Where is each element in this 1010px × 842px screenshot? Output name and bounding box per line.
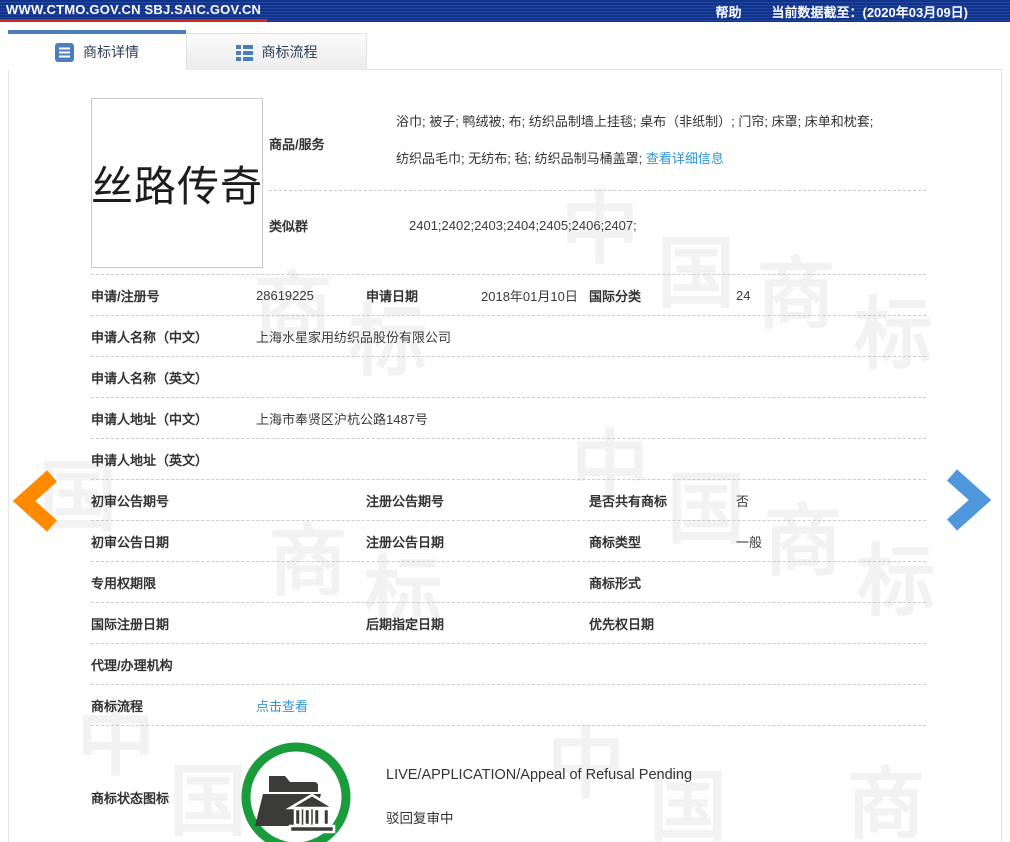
next-record-arrow[interactable]	[944, 469, 992, 531]
shared-trademark-value: 否	[736, 493, 750, 509]
status-row: 商标状态图标 LIVE/APPLICATION/Appeal of Refusa…	[91, 726, 926, 842]
tab-trademark-details[interactable]: 商标详情	[8, 30, 186, 70]
table-row: 专用权期限 商标形式	[91, 562, 926, 603]
table-row: 申请/注册号 28619225 申请日期 2018年01月10日 国际分类 24	[91, 275, 926, 316]
prelim-gazette-date-label: 初审公告日期	[91, 534, 170, 550]
applicant-address-cn-value: 上海市奉贤区沪杭公路1487号	[256, 411, 428, 427]
view-details-link[interactable]: 查看详细信息	[646, 151, 724, 166]
trademark-status-icon	[241, 742, 351, 842]
table-row: 初审公告期号 注册公告期号 是否共有商标 否	[91, 480, 926, 521]
applicant-address-cn-label: 申请人地址（中文）	[91, 411, 209, 427]
table-row: 申请人名称（中文） 上海水星家用纺织品股份有限公司	[91, 316, 926, 357]
applicant-name-cn-value: 上海水星家用纺织品股份有限公司	[256, 329, 452, 345]
trademark-form-label: 商标形式	[589, 575, 642, 591]
click-to-view-link[interactable]: 点击查看	[256, 699, 308, 714]
fields-table: 申请/注册号 28619225 申请日期 2018年01月10日 国际分类 24…	[91, 274, 926, 726]
goods-services-value: 浴巾; 被子; 鸭绒被; 布; 纺织品制墙上挂毯; 桌布（非纸制）; 门帘; 床…	[396, 112, 926, 190]
trademark-summary: 丝路传奇 商品/服务 浴巾; 被子; 鸭绒被; 布; 纺织品制墙上挂毯; 桌布（…	[91, 70, 1001, 268]
table-row: 申请人地址（英文）	[91, 439, 926, 480]
table-row: 申请人名称（英文）	[91, 357, 926, 398]
document-icon	[55, 42, 74, 62]
chevron-left-icon	[12, 470, 57, 532]
reg-gazette-no-label: 注册公告期号	[366, 493, 445, 509]
table-row: 申请人地址（中文） 上海市奉贤区沪杭公路1487号	[91, 398, 926, 439]
tab-label: 商标流程	[261, 44, 318, 60]
agency-label: 代理/办理机构	[91, 657, 173, 673]
status-icon-label: 商标状态图标	[91, 790, 170, 806]
detail-panel: 中 国 商 标 商 标 国 中 国 商 标 商 标 中 国 中 国 商 丝路传奇…	[8, 69, 1002, 842]
exclusive-right-period-label: 专用权期限	[91, 575, 157, 591]
applicant-address-en-label: 申请人地址（英文）	[91, 452, 209, 468]
chevron-right-icon	[947, 469, 992, 531]
application-number-label: 申请/注册号	[91, 288, 160, 304]
subsequent-designation-date-label: 后期指定日期	[366, 616, 445, 632]
table-row: 商标流程 点击查看	[91, 685, 926, 726]
status-text: LIVE/APPLICATION/Appeal of Refusal Pendi…	[386, 767, 926, 827]
application-date-value: 2018年01月10日	[481, 288, 578, 304]
priority-date-label: 优先权日期	[589, 616, 655, 632]
shared-trademark-label: 是否共有商标	[589, 493, 668, 509]
table-row: 国际注册日期 后期指定日期 优先权日期	[91, 603, 926, 644]
goods-services-label: 商品/服务	[269, 137, 325, 152]
reg-gazette-date-label: 注册公告日期	[366, 534, 445, 550]
applicant-name-cn-label: 申请人名称（中文）	[91, 329, 209, 345]
prelim-gazette-no-label: 初审公告期号	[91, 493, 170, 509]
trademark-type-value: 一般	[736, 534, 763, 550]
table-row: 代理/办理机构	[91, 644, 926, 685]
intl-class-value: 24	[736, 287, 751, 303]
status-line-en: LIVE/APPLICATION/Appeal of Refusal Pendi…	[386, 767, 693, 783]
site-title: WWW.CTMO.GOV.CN SBJ.SAIC.GOV.CN	[0, 0, 268, 22]
trademark-image: 丝路传奇	[91, 98, 263, 268]
similar-group-value: 2401;2402;2403;2404;2405;2406;2407;	[409, 217, 637, 233]
application-number-value: 28619225	[256, 287, 314, 303]
topbar: WWW.CTMO.GOV.CN SBJ.SAIC.GOV.CN 帮助 当前数据截…	[0, 0, 1010, 22]
tab-bar: 商标详情 商标流程	[0, 22, 1010, 70]
trademark-process-label: 商标流程	[91, 698, 144, 714]
list-icon	[235, 44, 253, 61]
intl-reg-date-label: 国际注册日期	[91, 616, 170, 632]
intl-class-label: 国际分类	[589, 288, 642, 304]
table-row: 初审公告日期 注册公告日期 商标类型 一般	[91, 521, 926, 562]
status-line-cn: 驳回复审中	[386, 811, 454, 826]
application-date-label: 申请日期	[366, 288, 419, 304]
similar-group-label: 类似群	[269, 218, 309, 234]
goods-line-1: 浴巾; 被子; 鸭绒被; 布; 纺织品制墙上挂毯; 桌布（非纸制）; 门帘; 床…	[396, 114, 874, 129]
data-cutoff-date: 当前数据截至：(2020年03月09日)	[771, 4, 969, 20]
trademark-detail-page: WWW.CTMO.GOV.CN SBJ.SAIC.GOV.CN 帮助 当前数据截…	[0, 0, 1010, 842]
previous-record-arrow[interactable]	[12, 470, 60, 532]
trademark-type-label: 商标类型	[589, 534, 642, 550]
goods-line-2: 纺织品毛巾; 无纺布; 毡; 纺织品制马桶盖罩;	[396, 150, 643, 166]
trademark-name: 丝路传奇	[91, 161, 264, 211]
tab-label: 商标详情	[83, 44, 139, 60]
tab-trademark-process[interactable]: 商标流程	[186, 33, 367, 70]
applicant-name-en-label: 申请人名称（英文）	[91, 370, 209, 386]
help-link[interactable]: 帮助	[715, 2, 741, 21]
